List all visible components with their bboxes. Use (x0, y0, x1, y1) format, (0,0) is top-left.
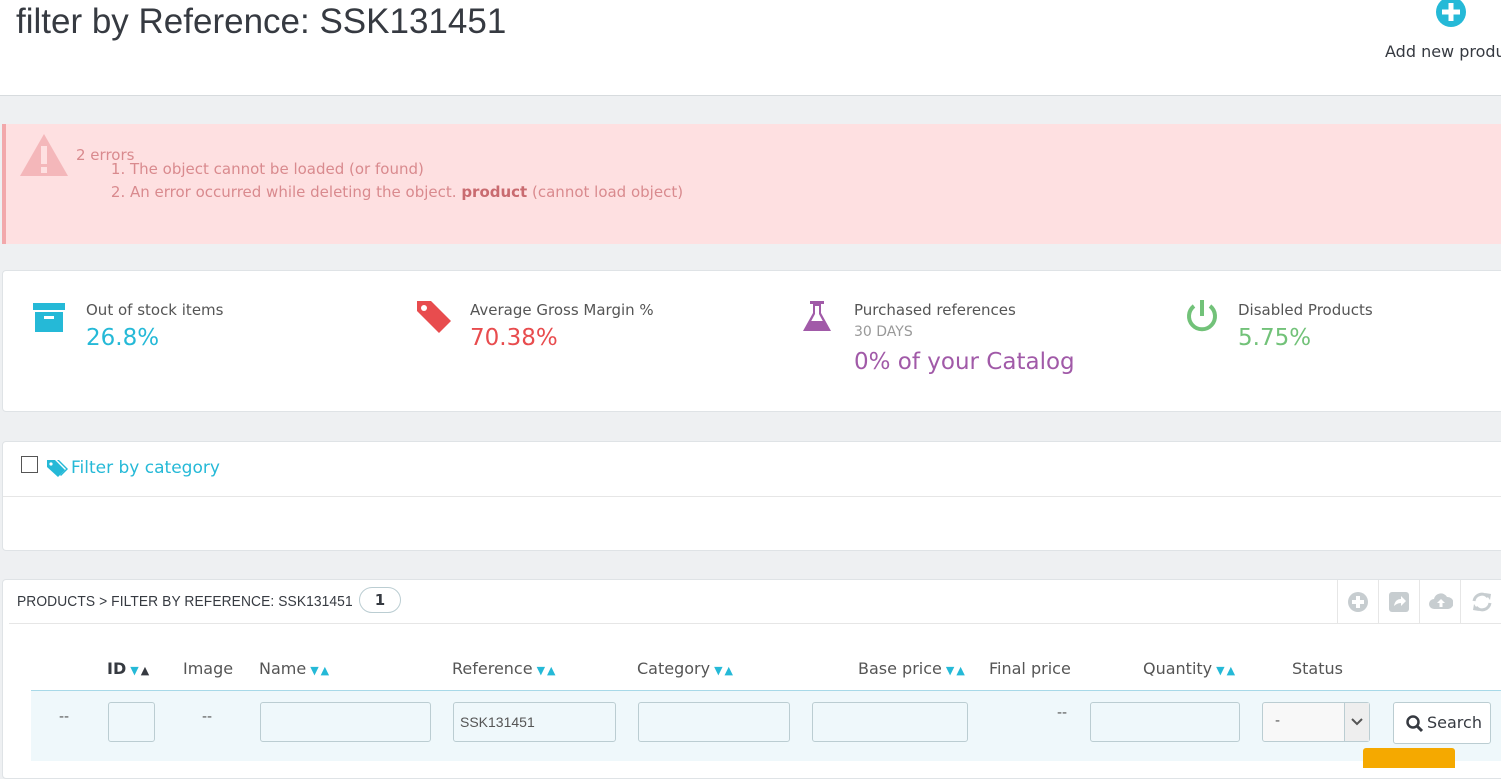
divider (9, 623, 1501, 624)
column-header-image: Image (183, 659, 234, 678)
filter-row: -- -- SSK131451 -- - Search (31, 690, 1501, 761)
kpi-title: Disabled Products (1238, 301, 1373, 319)
id-filter-input[interactable] (108, 702, 155, 742)
search-button-label: Search (1427, 713, 1482, 732)
import-toolbar-button[interactable] (1419, 580, 1460, 624)
error-object-name: product (461, 183, 528, 201)
column-header-category[interactable]: Category ▼▲ (637, 659, 735, 678)
plus-circle-icon (1348, 592, 1368, 612)
kpi-panel: Out of stock items 26.8% Average Gross M… (2, 270, 1501, 412)
add-toolbar-button[interactable] (1337, 580, 1378, 624)
column-header-quantity[interactable]: Quantity ▼▲ (1143, 659, 1237, 678)
export-toolbar-button[interactable] (1378, 580, 1419, 624)
search-button[interactable]: Search (1393, 702, 1491, 744)
bulk-select-placeholder: -- (59, 709, 70, 725)
kpi-title: Purchased references (854, 301, 1016, 319)
error-alert: 2 errors The object cannot be loaded (or… (2, 124, 1501, 244)
quantity-filter-input[interactable] (1090, 702, 1240, 742)
filter-by-category-checkbox[interactable] (21, 456, 38, 473)
add-new-product-label: Add new product (1385, 42, 1501, 61)
column-header-name[interactable]: Name ▼▲ (259, 659, 331, 678)
sort-icon[interactable]: ▼▲ (130, 664, 151, 677)
products-list-title: PRODUCTS > FILTER BY REFERENCE: SSK13145… (17, 593, 353, 610)
sort-icon[interactable]: ▼▲ (946, 664, 967, 677)
status-filter-select[interactable]: - (1262, 702, 1370, 742)
refresh-icon (1472, 592, 1492, 612)
error-item: The object cannot be loaded (or found) (130, 158, 683, 181)
base-price-filter-input[interactable] (812, 702, 968, 742)
kpi-title: Average Gross Margin % (470, 301, 654, 319)
share-icon (1389, 592, 1409, 612)
kpi-subtitle: 30 DAYS (854, 324, 913, 340)
page-header: filter by Reference: SSK131451 Add new p… (0, 0, 1501, 96)
kpi-value: 26.8% (86, 325, 160, 351)
cloud-upload-icon (1429, 593, 1453, 609)
image-filter-placeholder: -- (202, 709, 213, 725)
flask-icon (803, 301, 831, 331)
sort-icon[interactable]: ▼▲ (1216, 664, 1237, 677)
chevron-down-icon (1344, 703, 1369, 741)
final-price-filter-placeholder: -- (1057, 705, 1068, 721)
column-header-base-price[interactable]: Base price ▼▲ (858, 659, 967, 678)
divider (3, 496, 1501, 497)
refresh-toolbar-button[interactable] (1460, 580, 1501, 624)
sort-icon[interactable]: ▼▲ (537, 664, 558, 677)
sort-icon[interactable]: ▼▲ (310, 664, 331, 677)
plus-circle-icon (1436, 0, 1466, 27)
category-filter-panel: Filter by category (2, 441, 1501, 551)
page-title: filter by Reference: SSK131451 (16, 2, 507, 41)
results-count-badge: 1 (359, 587, 401, 613)
tags-icon (417, 301, 451, 333)
reference-filter-input[interactable]: SSK131451 (453, 702, 616, 742)
column-header-final-price: Final price (989, 659, 1071, 678)
kpi-value: 5.75% (1238, 325, 1312, 351)
archive-box-icon (33, 303, 65, 332)
kpi-value: 0% of your Catalog (854, 349, 1075, 375)
warning-icon (20, 134, 68, 176)
filter-by-category-link[interactable]: Filter by category (71, 458, 220, 478)
kpi-title: Out of stock items (86, 301, 224, 319)
column-header-status: Status (1292, 659, 1343, 678)
kpi-value: 70.38% (470, 325, 558, 351)
error-list: The object cannot be loaded (or found) A… (76, 158, 683, 204)
search-icon (1406, 715, 1424, 733)
add-new-product-button[interactable]: Add new product (1385, 0, 1501, 90)
column-header-reference[interactable]: Reference ▼▲ (452, 659, 558, 678)
error-item: An error occurred while deleting the obj… (130, 181, 683, 204)
products-list-panel: PRODUCTS > FILTER BY REFERENCE: SSK13145… (2, 579, 1501, 779)
power-icon (1187, 300, 1217, 332)
category-filter-input[interactable] (638, 702, 790, 742)
tags-icon (47, 460, 68, 477)
sort-icon[interactable]: ▼▲ (714, 664, 735, 677)
column-header-id[interactable]: ID ▼▲ (107, 659, 151, 678)
reset-filter-button[interactable] (1363, 748, 1455, 768)
name-filter-input[interactable] (260, 702, 431, 742)
status-filter-value: - (1275, 713, 1281, 729)
